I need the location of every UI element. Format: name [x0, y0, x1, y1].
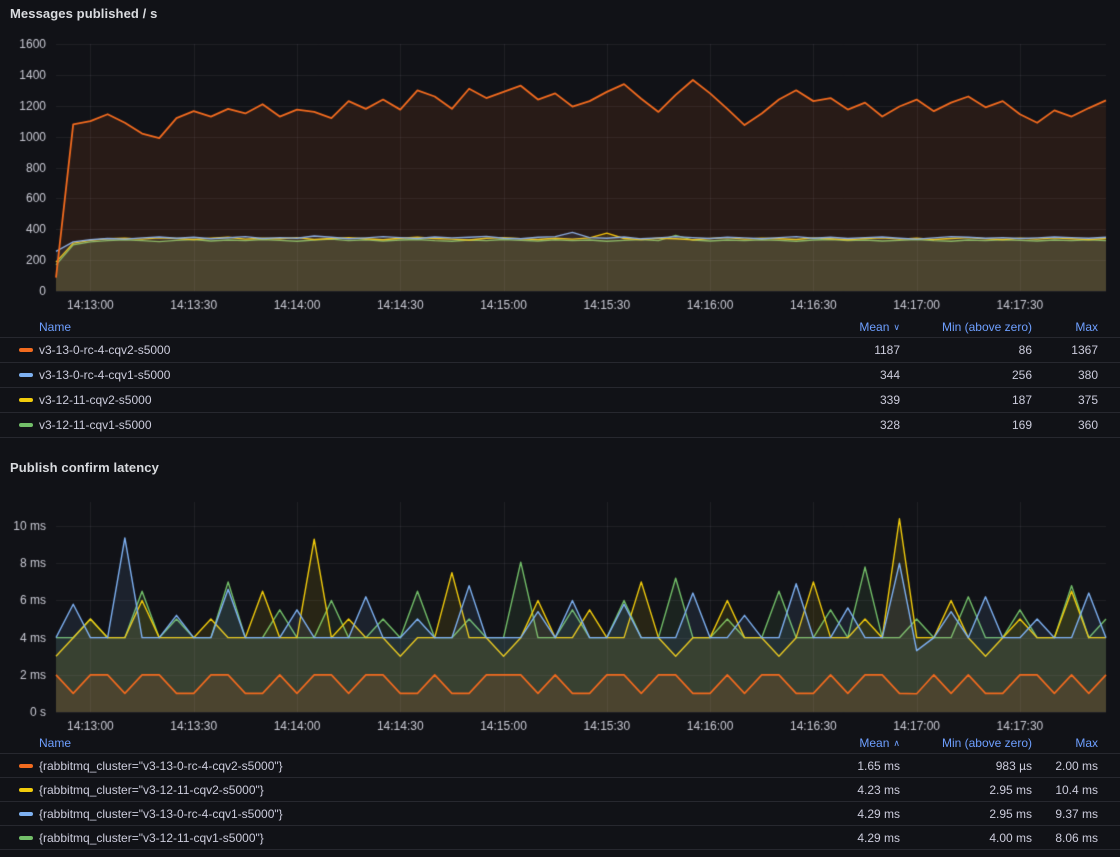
legend-series-name[interactable]: v3-13-0-rc-4-cqv1-s5000 [39, 368, 780, 382]
legend-min-value: 4.00 ms [900, 831, 1032, 845]
messages-published-chart[interactable] [0, 28, 1120, 316]
legend-header-max[interactable]: Max [1032, 320, 1098, 334]
legend-mean-value: 344 [780, 368, 900, 382]
sort-caret-icon: ∨ [893, 322, 900, 332]
legend-dash-cell [0, 398, 39, 402]
legend-min-value: 86 [900, 343, 1032, 357]
legend-mean-value: 339 [780, 393, 900, 407]
legend-series-name[interactable]: v3-12-11-cqv2-s5000 [39, 393, 780, 407]
panel-title-messages-published[interactable]: Messages published / s [10, 6, 157, 21]
legend-dash-cell [0, 836, 39, 840]
series-color-dash-icon [19, 348, 33, 352]
series-color-dash-icon [19, 373, 33, 377]
legend-min-value: 2.95 ms [900, 783, 1032, 797]
legend-dash-cell [0, 788, 39, 792]
series-color-dash-icon [19, 764, 33, 768]
legend-min-value: 169 [900, 418, 1032, 432]
legend-row[interactable]: {rabbitmq_cluster="v3-13-0-rc-4-cqv1-s50… [0, 802, 1120, 826]
legend-row[interactable]: v3-12-11-cqv1-s5000328169360 [0, 413, 1120, 438]
publish-confirm-latency-chart[interactable] [0, 488, 1120, 732]
legend-max-value: 1367 [1032, 343, 1098, 357]
legend-min-value: 256 [900, 368, 1032, 382]
publish-confirm-latency-legend: NameMean∧Min (above zero)Max {rabbitmq_cl… [0, 732, 1120, 850]
series-color-dash-icon [19, 398, 33, 402]
legend-dash-cell [0, 373, 39, 377]
legend-series-name[interactable]: v3-13-0-rc-4-cqv2-s5000 [39, 343, 780, 357]
messages-published-legend: NameMean∨Min (above zero)Maxv3-13-0-rc-4… [0, 316, 1120, 438]
panel-title-publish-confirm-latency[interactable]: Publish confirm latency [10, 460, 159, 475]
legend-series-name[interactable]: {rabbitmq_cluster="v3-13-0-rc-4-cqv1-s50… [39, 807, 780, 821]
legend-header-max[interactable]: Max [1032, 736, 1098, 750]
legend-dash-cell [0, 423, 39, 427]
legend-max-value: 10.4 ms [1032, 783, 1098, 797]
legend-header-mean[interactable]: Mean∧ [780, 736, 900, 750]
legend-dash-cell [0, 348, 39, 352]
legend-max-value: 2.00 ms [1032, 759, 1098, 773]
legend-min-value: 2.95 ms [900, 807, 1032, 821]
legend-header-row: NameMean∧Min (above zero)Max [0, 732, 1120, 754]
series-color-dash-icon [19, 788, 33, 792]
sort-caret-icon: ∧ [893, 738, 900, 748]
legend-header-mean[interactable]: Mean∨ [780, 320, 900, 334]
legend-series-name[interactable]: {rabbitmq_cluster="v3-13-0-rc-4-cqv2-s50… [39, 759, 780, 773]
series-color-dash-icon [19, 812, 33, 816]
legend-header-name[interactable]: Name [39, 320, 780, 334]
series-color-dash-icon [19, 423, 33, 427]
legend-series-name[interactable]: {rabbitmq_cluster="v3-12-11-cqv1-s5000"} [39, 831, 780, 845]
legend-max-value: 8.06 ms [1032, 831, 1098, 845]
legend-row[interactable]: {rabbitmq_cluster="v3-13-0-rc-4-cqv2-s50… [0, 754, 1120, 778]
legend-header-row: NameMean∨Min (above zero)Max [0, 316, 1120, 338]
legend-min-value: 983 µs [900, 759, 1032, 773]
legend-max-value: 360 [1032, 418, 1098, 432]
legend-row[interactable]: {rabbitmq_cluster="v3-12-11-cqv1-s5000"}… [0, 826, 1120, 850]
legend-mean-value: 1.65 ms [780, 759, 900, 773]
legend-max-value: 9.37 ms [1032, 807, 1098, 821]
legend-row[interactable]: v3-13-0-rc-4-cqv2-s50001187861367 [0, 338, 1120, 363]
legend-mean-value: 4.29 ms [780, 807, 900, 821]
legend-max-value: 380 [1032, 368, 1098, 382]
series-color-dash-icon [19, 836, 33, 840]
legend-row[interactable]: v3-12-11-cqv2-s5000339187375 [0, 388, 1120, 413]
legend-max-value: 375 [1032, 393, 1098, 407]
legend-mean-value: 4.23 ms [780, 783, 900, 797]
legend-mean-value: 1187 [780, 343, 900, 357]
legend-header-min[interactable]: Min (above zero) [900, 320, 1032, 334]
legend-row[interactable]: {rabbitmq_cluster="v3-12-11-cqv2-s5000"}… [0, 778, 1120, 802]
legend-dash-cell [0, 764, 39, 768]
legend-series-name[interactable]: {rabbitmq_cluster="v3-12-11-cqv2-s5000"} [39, 783, 780, 797]
legend-dash-cell [0, 812, 39, 816]
legend-mean-value: 328 [780, 418, 900, 432]
legend-header-name[interactable]: Name [39, 736, 780, 750]
legend-min-value: 187 [900, 393, 1032, 407]
legend-row[interactable]: v3-13-0-rc-4-cqv1-s5000344256380 [0, 363, 1120, 388]
legend-header-min[interactable]: Min (above zero) [900, 736, 1032, 750]
legend-mean-value: 4.29 ms [780, 831, 900, 845]
legend-series-name[interactable]: v3-12-11-cqv1-s5000 [39, 418, 780, 432]
